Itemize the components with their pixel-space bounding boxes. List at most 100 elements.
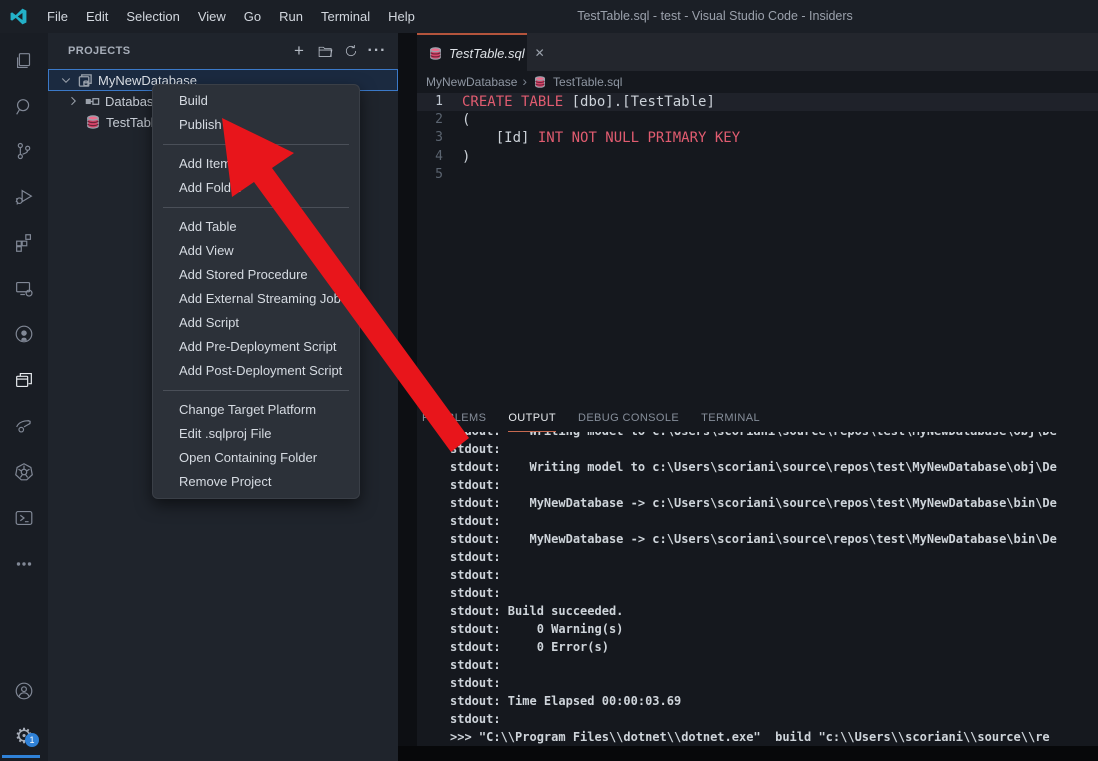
output-console[interactable]: stdout: Writing model to c:\Users\scoria… bbox=[417, 432, 1098, 746]
database-icon bbox=[427, 45, 443, 61]
tab-label: TestTable.sql bbox=[449, 46, 525, 61]
remote-devices-icon[interactable] bbox=[0, 276, 48, 302]
breadcrumb: MyNewDatabase › TestTable.sql bbox=[417, 71, 1098, 93]
line-number: 4 bbox=[417, 148, 462, 166]
sql-text: ) bbox=[462, 148, 470, 166]
menu-view[interactable]: View bbox=[189, 0, 235, 33]
menu-selection[interactable]: Selection bbox=[117, 0, 188, 33]
context-menu-item-change-target-platform[interactable]: Change Target Platform bbox=[153, 398, 359, 422]
output-line: stdout: bbox=[417, 548, 1098, 566]
panel-tab-terminal[interactable]: TERMINAL bbox=[701, 412, 760, 432]
chevron-right-icon bbox=[65, 93, 81, 109]
refresh-icon[interactable] bbox=[340, 40, 362, 62]
context-menu-item-add-pre-deployment-script[interactable]: Add Pre-Deployment Script bbox=[153, 335, 359, 359]
breadcrumb-item-project[interactable]: MyNewDatabase bbox=[426, 75, 517, 89]
sql-keyword: CREATE TABLE bbox=[462, 93, 563, 111]
context-menu-item-add-item[interactable]: Add Item... bbox=[153, 152, 359, 176]
more-actions-icon[interactable]: ··· bbox=[366, 40, 388, 62]
code-editor[interactable]: 1CREATE TABLE [dbo].[TestTable]2(3 [Id] … bbox=[417, 93, 1098, 405]
database-reference-icon bbox=[84, 93, 100, 109]
context-menu-item-add-folder[interactable]: Add Folder bbox=[153, 176, 359, 200]
database-icon bbox=[532, 74, 548, 90]
azure-icon[interactable] bbox=[0, 413, 48, 439]
line-number: 3 bbox=[417, 129, 462, 147]
open-project-icon[interactable] bbox=[314, 40, 336, 62]
more-icon[interactable] bbox=[0, 551, 48, 577]
menu-separator bbox=[163, 207, 349, 208]
line-number: 1 bbox=[417, 93, 462, 111]
output-line: stdout: bbox=[417, 566, 1098, 584]
panel-tab-output[interactable]: OUTPUT bbox=[508, 412, 556, 432]
menu-terminal[interactable]: Terminal bbox=[312, 0, 379, 33]
window-focus-border bbox=[2, 755, 40, 758]
output-line: stdout: bbox=[417, 440, 1098, 458]
output-line: stdout: bbox=[417, 512, 1098, 530]
source-control-icon[interactable] bbox=[0, 138, 48, 164]
search-icon[interactable] bbox=[0, 94, 48, 120]
menu-file[interactable]: File bbox=[38, 0, 77, 33]
output-line-clipped: stdout: Writing model to c:\Users\scoria… bbox=[417, 432, 1098, 440]
sql-text: [dbo].[TestTable] bbox=[563, 93, 715, 111]
context-menu-item-open-containing-folder[interactable]: Open Containing Folder bbox=[153, 446, 359, 470]
output-line: stdout: bbox=[417, 476, 1098, 494]
context-menu-item-publish[interactable]: Publish bbox=[153, 113, 359, 137]
context-menu-item-add-script[interactable]: Add Script bbox=[153, 311, 359, 335]
database-project-icon bbox=[77, 72, 93, 88]
menu-go[interactable]: Go bbox=[235, 0, 270, 33]
editor-group: TestTable.sql ✕ MyNewDatabase › TestTabl… bbox=[417, 33, 1098, 761]
close-icon[interactable]: ✕ bbox=[535, 46, 545, 60]
extensions-icon[interactable] bbox=[0, 230, 48, 256]
account-icon[interactable] bbox=[0, 678, 48, 704]
panel-tab-debug-console[interactable]: DEBUG CONSOLE bbox=[578, 412, 679, 432]
menu-separator bbox=[163, 144, 349, 145]
add-project-icon[interactable]: + bbox=[288, 40, 310, 62]
output-line: stdout: MyNewDatabase -> c:\Users\scoria… bbox=[417, 530, 1098, 548]
settings-gear-icon[interactable]: ⚙ 1 bbox=[0, 721, 48, 751]
context-menu-item-add-external-streaming-job[interactable]: Add External Streaming Job bbox=[153, 287, 359, 311]
panel-tab-problems[interactable]: PROBLEMS bbox=[422, 412, 486, 432]
title-bar: FileEditSelectionViewGoRunTerminalHelp T… bbox=[0, 0, 1098, 33]
github-icon[interactable] bbox=[0, 321, 48, 347]
code-line: 5 bbox=[417, 166, 1098, 184]
kubernetes-icon[interactable] bbox=[0, 459, 48, 485]
tab-testtable-sql[interactable]: TestTable.sql ✕ bbox=[417, 33, 527, 71]
database-projects-icon[interactable] bbox=[0, 367, 48, 393]
vscode-window: FileEditSelectionViewGoRunTerminalHelp T… bbox=[0, 0, 1098, 761]
context-menu-item-add-stored-procedure[interactable]: Add Stored Procedure bbox=[153, 263, 359, 287]
explorer-icon[interactable] bbox=[0, 48, 48, 74]
panel-tab-bar: PROBLEMS OUTPUT DEBUG CONSOLE TERMINAL bbox=[417, 405, 1098, 432]
menu-bar: FileEditSelectionViewGoRunTerminalHelp bbox=[38, 0, 424, 33]
window-title: TestTable.sql - test - Visual Studio Cod… bbox=[500, 0, 930, 33]
context-menu-item-add-view[interactable]: Add View bbox=[153, 239, 359, 263]
output-line: stdout: MyNewDatabase -> c:\Users\scoria… bbox=[417, 494, 1098, 512]
context-menu-item-add-table[interactable]: Add Table bbox=[153, 215, 359, 239]
run-debug-icon[interactable] bbox=[0, 184, 48, 210]
code-line: 3 [Id] INT NOT NULL PRIMARY KEY bbox=[417, 129, 1098, 147]
context-menu-item-edit-sqlproj-file[interactable]: Edit .sqlproj File bbox=[153, 422, 359, 446]
editor-group-gap bbox=[398, 33, 417, 761]
tab-strip: TestTable.sql ✕ bbox=[417, 33, 1098, 71]
output-line: >>> "C:\\Program Files\\dotnet\\dotnet.e… bbox=[417, 728, 1098, 746]
menu-edit[interactable]: Edit bbox=[77, 0, 117, 33]
menu-help[interactable]: Help bbox=[379, 0, 424, 33]
settings-badge: 1 bbox=[25, 733, 39, 747]
line-number: 2 bbox=[417, 111, 462, 129]
output-line: stdout: bbox=[417, 674, 1098, 692]
project-context-menu: BuildPublish Add Item...Add Folder Add Tab… bbox=[152, 84, 360, 499]
output-line: stdout: 0 Warning(s) bbox=[417, 620, 1098, 638]
sql-keyword: INT NOT NULL PRIMARY KEY bbox=[529, 129, 740, 147]
context-menu-item-add-post-deployment-script[interactable]: Add Post-Deployment Script bbox=[153, 359, 359, 383]
output-line: stdout: bbox=[417, 710, 1098, 728]
breadcrumb-item-file[interactable]: TestTable.sql bbox=[553, 75, 622, 89]
line-number: 5 bbox=[417, 166, 462, 184]
context-menu-item-remove-project[interactable]: Remove Project bbox=[153, 470, 359, 494]
powershell-icon[interactable] bbox=[0, 505, 48, 531]
context-menu-item-build[interactable]: Build bbox=[153, 89, 359, 113]
sql-text: ( bbox=[462, 111, 470, 129]
menu-run[interactable]: Run bbox=[270, 0, 312, 33]
code-line: 1CREATE TABLE [dbo].[TestTable] bbox=[417, 93, 1098, 111]
menu-separator bbox=[163, 390, 349, 391]
output-line: stdout: Time Elapsed 00:00:03.69 bbox=[417, 692, 1098, 710]
chevron-right-icon: › bbox=[522, 73, 527, 89]
code-line: 4) bbox=[417, 148, 1098, 166]
